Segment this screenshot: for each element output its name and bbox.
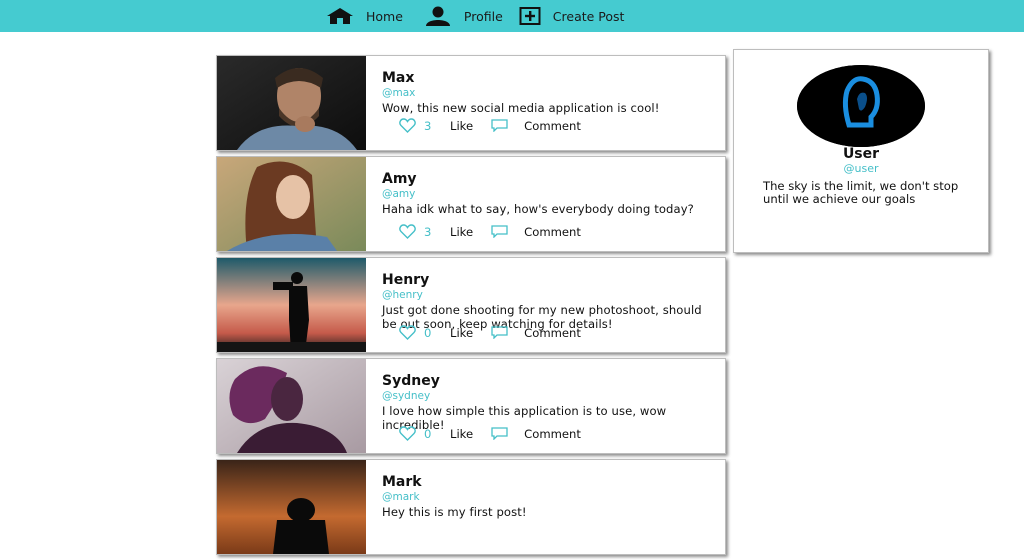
comment-icon[interactable] <box>491 427 508 440</box>
post-card: Max @max Wow, this new social media appl… <box>216 55 726 151</box>
heart-icon[interactable] <box>399 426 416 441</box>
post-card: Amy @amy Haha idk what to say, how's eve… <box>216 156 726 252</box>
like-count: 3 <box>424 118 432 133</box>
heart-icon[interactable] <box>399 224 416 239</box>
like-count: 3 <box>424 224 432 239</box>
post-author-handle[interactable]: @mark <box>382 491 705 503</box>
post-author-handle[interactable]: @amy <box>382 188 705 200</box>
comment-button[interactable]: Comment <box>524 119 581 133</box>
like-count: 0 <box>424 426 432 441</box>
post-photo <box>217 258 366 352</box>
nav-home[interactable]: Home <box>326 7 409 25</box>
avatar[interactable] <box>797 65 925 147</box>
nav-profile-label: Profile <box>463 8 503 24</box>
comment-button[interactable]: Comment <box>524 326 581 340</box>
nav-create-post[interactable]: Create Post <box>519 7 625 25</box>
post-actions: 3 Like Comment <box>399 118 581 133</box>
nav-create-post-label: Create Post <box>552 8 625 24</box>
post-text: Wow, this new social media application i… <box>382 101 660 115</box>
post-author-handle[interactable]: @max <box>382 87 705 99</box>
like-button[interactable]: Like <box>450 427 473 441</box>
post-photo <box>217 157 366 251</box>
post-actions: 3 Like Comment <box>399 224 581 239</box>
plus-square-icon <box>519 7 541 25</box>
post-photo <box>217 56 366 150</box>
post-card: Mark @mark Hey this is my first post! <box>216 459 726 555</box>
post-author-name[interactable]: Max <box>382 70 705 86</box>
profile-bio: The sky is the limit, we don't stop unti… <box>763 179 959 206</box>
post-photo <box>217 460 366 554</box>
heart-icon[interactable] <box>399 118 416 133</box>
post-author-name[interactable]: Amy <box>382 171 705 187</box>
top-nav-bar: Home Profile Create Post <box>0 0 1024 32</box>
nav-profile[interactable]: Profile <box>425 6 503 26</box>
user-silhouette-icon <box>797 65 925 147</box>
post-author-name[interactable]: Sydney <box>382 373 705 389</box>
post-photo <box>217 359 366 453</box>
profile-name: User <box>842 146 880 162</box>
person-icon <box>425 6 450 26</box>
nav-home-label: Home <box>366 8 403 24</box>
post-author-handle[interactable]: @henry <box>382 289 705 301</box>
like-button[interactable]: Like <box>450 326 473 340</box>
post-card: Henry @henry Just got done shooting for … <box>216 257 726 353</box>
comment-icon[interactable] <box>491 119 508 132</box>
like-button[interactable]: Like <box>450 119 473 133</box>
post-text: Hey this is my first post! <box>382 505 527 519</box>
like-button[interactable]: Like <box>450 225 473 239</box>
comment-button[interactable]: Comment <box>524 225 581 239</box>
comment-icon[interactable] <box>491 326 508 339</box>
comment-button[interactable]: Comment <box>524 427 581 441</box>
profile-handle: @user <box>843 162 879 175</box>
post-author-name[interactable]: Henry <box>382 272 705 288</box>
comment-icon[interactable] <box>491 225 508 238</box>
like-count: 0 <box>424 325 432 340</box>
post-actions: 0 Like Comment <box>399 426 581 441</box>
post-actions: 0 Like Comment <box>399 325 581 340</box>
post-card: Sydney @sydney I love how simple this ap… <box>216 358 726 454</box>
post-author-name[interactable]: Mark <box>382 474 705 490</box>
post-author-handle[interactable]: @sydney <box>382 390 705 402</box>
post-feed: Max @max Wow, this new social media appl… <box>216 55 726 560</box>
heart-icon[interactable] <box>399 325 416 340</box>
profile-card: User @user The sky is the limit, we don'… <box>733 49 989 253</box>
home-icon <box>327 8 353 24</box>
post-text: Haha idk what to say, how's everybody do… <box>382 202 694 216</box>
